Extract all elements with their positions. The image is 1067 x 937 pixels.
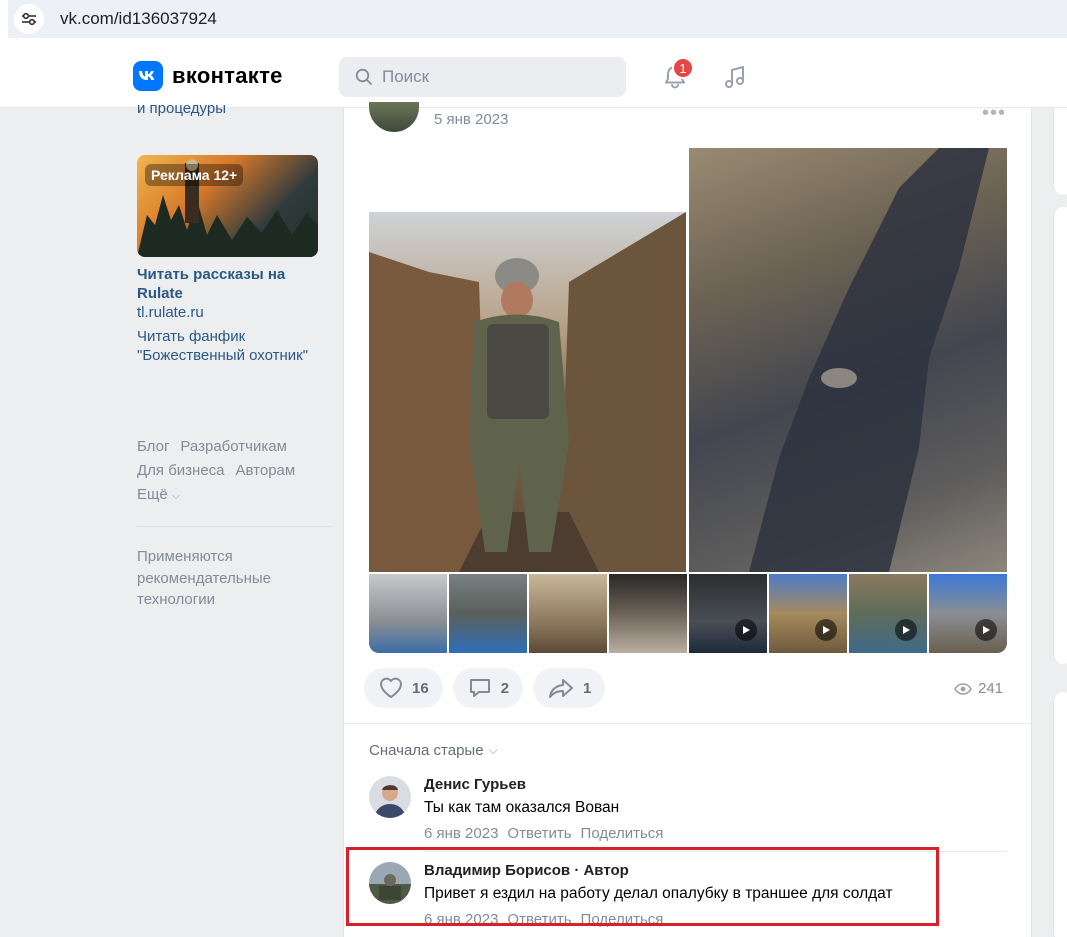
site-header: вконтакте 1: [0, 46, 1067, 108]
thumbnail-video-4[interactable]: [929, 574, 1007, 653]
right-panel-block: [1053, 207, 1067, 664]
recommendation-note[interactable]: Применяются рекомендательные технологии: [137, 546, 317, 611]
share-icon: [549, 679, 574, 698]
photo-thumbnails: [369, 574, 1007, 653]
notification-badge: 1: [672, 57, 694, 79]
heart-icon: [380, 677, 402, 698]
site-settings-icon[interactable]: [14, 4, 44, 34]
footer-link-business[interactable]: Для бизнеса: [137, 462, 225, 479]
right-panel-block: [1053, 108, 1067, 195]
comment-button[interactable]: 2: [452, 668, 524, 708]
url-text[interactable]: vk.com/id136037924: [60, 9, 217, 29]
thumbnail-photo-2[interactable]: [449, 574, 527, 653]
play-icon: [735, 619, 757, 641]
ad-image[interactable]: Реклама 12+: [137, 155, 318, 257]
thumbnail-video-2[interactable]: [769, 574, 847, 653]
footer-links: Блог Разработчикам Для бизнеса Авторам Ещё…: [137, 435, 333, 508]
procedures-link[interactable]: и процедуры: [137, 100, 226, 117]
thumbnail-photo-1[interactable]: [369, 574, 447, 653]
search-icon: [355, 68, 372, 85]
music-icon[interactable]: [722, 64, 748, 95]
sidebar-divider: [137, 526, 332, 527]
sort-label: Сначала старые: [369, 742, 484, 759]
highlight-annotation-box: [346, 847, 939, 926]
search-box[interactable]: [339, 57, 626, 97]
share-button[interactable]: 1: [533, 668, 606, 708]
play-icon: [975, 619, 997, 641]
eye-icon: [954, 682, 972, 695]
commenter-avatar[interactable]: [369, 776, 411, 818]
address-field[interactable]: vk.com/id136037924: [8, 0, 1067, 38]
ad-title-link[interactable]: Читать рассказы на Rulate: [137, 265, 317, 303]
post-photo-shadow[interactable]: [689, 148, 1007, 572]
ad-label-badge: Реклама 12+: [145, 164, 244, 186]
thumbnail-video-3[interactable]: [849, 574, 927, 653]
reply-button[interactable]: Ответить: [507, 825, 571, 842]
right-panel-block: [1053, 692, 1067, 937]
comment-text: Ты как там оказался Вован: [424, 799, 620, 816]
post-actions: 16 2 1: [364, 668, 606, 708]
comment-item: Денис Гурьев Ты как там оказался Вован 6…: [369, 776, 1009, 852]
comment-count: 2: [500, 679, 510, 697]
comments-sort-dropdown[interactable]: Сначала старые ⌵: [369, 742, 498, 759]
footer-link-developers[interactable]: Разработчикам: [180, 438, 286, 455]
thumbnail-photo-4[interactable]: [609, 574, 687, 653]
comment-icon: [469, 679, 490, 697]
post-divider: [344, 723, 1032, 724]
play-icon: [895, 619, 917, 641]
share-count: 1: [583, 679, 592, 697]
share-comment-button[interactable]: Поделиться: [581, 825, 664, 842]
footer-link-blog[interactable]: Блог: [137, 438, 169, 455]
chevron-down-icon: ⌵: [488, 743, 498, 757]
more-options-icon[interactable]: •••: [982, 102, 1006, 125]
commenter-name[interactable]: Денис Гурьев: [424, 776, 526, 793]
ad-description[interactable]: Читать фанфик "Божественный охотник": [137, 327, 317, 365]
view-count: 241: [978, 680, 1004, 697]
like-count: 16: [412, 679, 429, 697]
footer-link-more[interactable]: Ещё ⌵: [137, 486, 191, 503]
chevron-down-icon: ⌵: [171, 490, 181, 502]
comment-meta: 6 янв 2023 Ответить Поделиться: [424, 825, 672, 842]
post-date[interactable]: 5 янв 2023: [434, 111, 508, 128]
post-photo-soldier[interactable]: [369, 212, 686, 572]
footer-link-authors[interactable]: Авторам: [236, 462, 296, 479]
vk-logo[interactable]: вконтакте: [133, 61, 283, 91]
comment-date[interactable]: 6 янв 2023: [424, 825, 498, 842]
like-button[interactable]: 16: [364, 668, 443, 708]
play-icon: [815, 619, 837, 641]
footer-more-label: Ещё: [137, 486, 168, 503]
views-counter: 241: [954, 680, 1003, 697]
logo-wordmark: вконтакте: [172, 63, 283, 88]
browser-bar: vk.com/id136037924: [0, 0, 1067, 46]
thumbnail-video-1[interactable]: [689, 574, 767, 653]
thumbnail-photo-3[interactable]: [529, 574, 607, 653]
vk-logo-icon: [133, 61, 163, 91]
search-input[interactable]: [382, 67, 602, 87]
post-card: 5 янв 2023 ••• 16 2 1 241 Сначала старые…: [343, 102, 1032, 937]
ad-domain-link[interactable]: tl.rulate.ru: [137, 304, 204, 321]
post-author-avatar[interactable]: [369, 102, 419, 132]
